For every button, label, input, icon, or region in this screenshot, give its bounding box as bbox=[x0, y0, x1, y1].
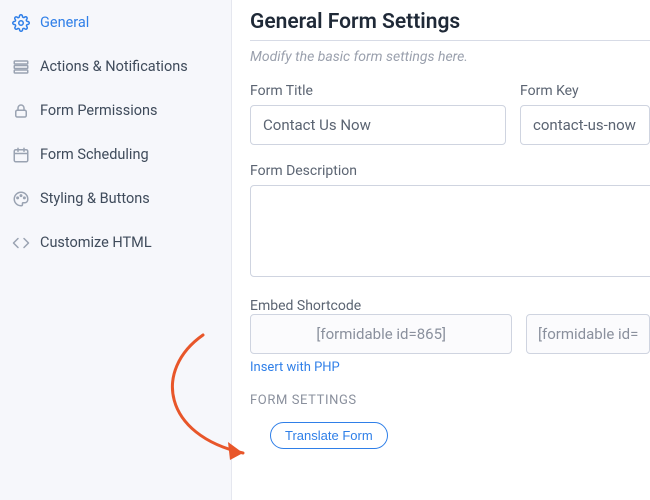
calendar-icon bbox=[12, 146, 30, 164]
translate-form-button[interactable]: Translate Form bbox=[270, 422, 388, 449]
sidebar-item-customize-html[interactable]: Customize HTML bbox=[0, 224, 231, 262]
sidebar-item-label: Styling & Buttons bbox=[40, 190, 150, 207]
page-title: General Form Settings bbox=[250, 10, 650, 34]
settings-sidebar: General Actions & Notifications Form Per… bbox=[0, 0, 232, 500]
sidebar-item-label: Customize HTML bbox=[40, 234, 152, 251]
form-settings-heading: FORM SETTINGS bbox=[250, 393, 650, 408]
sidebar-item-permissions[interactable]: Form Permissions bbox=[0, 92, 231, 130]
form-key-label: Form Key bbox=[520, 83, 650, 99]
sidebar-item-label: Form Permissions bbox=[40, 102, 158, 119]
gear-icon bbox=[12, 14, 30, 32]
page-subtitle: Modify the basic form settings here. bbox=[250, 49, 650, 65]
title-divider bbox=[250, 40, 650, 41]
form-title-input[interactable] bbox=[250, 105, 506, 145]
layers-icon bbox=[12, 58, 30, 76]
form-description-label: Form Description bbox=[250, 163, 650, 179]
shortcode-primary-box[interactable]: [formidable id=865] bbox=[250, 314, 512, 354]
shortcode-secondary-text: [formidable id= bbox=[538, 325, 638, 343]
sidebar-item-general[interactable]: General bbox=[0, 4, 231, 42]
shortcode-secondary-box[interactable]: [formidable id= bbox=[526, 314, 650, 354]
sidebar-item-scheduling[interactable]: Form Scheduling bbox=[0, 136, 231, 174]
sidebar-item-styling[interactable]: Styling & Buttons bbox=[0, 180, 231, 218]
sidebar-item-label: Form Scheduling bbox=[40, 146, 149, 163]
sidebar-item-actions[interactable]: Actions & Notifications bbox=[0, 48, 231, 86]
insert-with-php-link[interactable]: Insert with PHP bbox=[250, 360, 512, 375]
sidebar-item-label: General bbox=[40, 14, 89, 31]
lock-icon bbox=[12, 102, 30, 120]
embed-shortcode-label: Embed Shortcode bbox=[250, 298, 361, 314]
form-title-label: Form Title bbox=[250, 83, 506, 99]
form-key-input[interactable] bbox=[520, 105, 650, 145]
form-description-input[interactable] bbox=[250, 185, 650, 277]
palette-icon bbox=[12, 190, 30, 208]
main-panel: General Form Settings Modify the basic f… bbox=[232, 0, 650, 500]
code-icon bbox=[12, 234, 30, 252]
sidebar-item-label: Actions & Notifications bbox=[40, 58, 188, 75]
shortcode-primary-text: [formidable id=865] bbox=[316, 325, 446, 343]
